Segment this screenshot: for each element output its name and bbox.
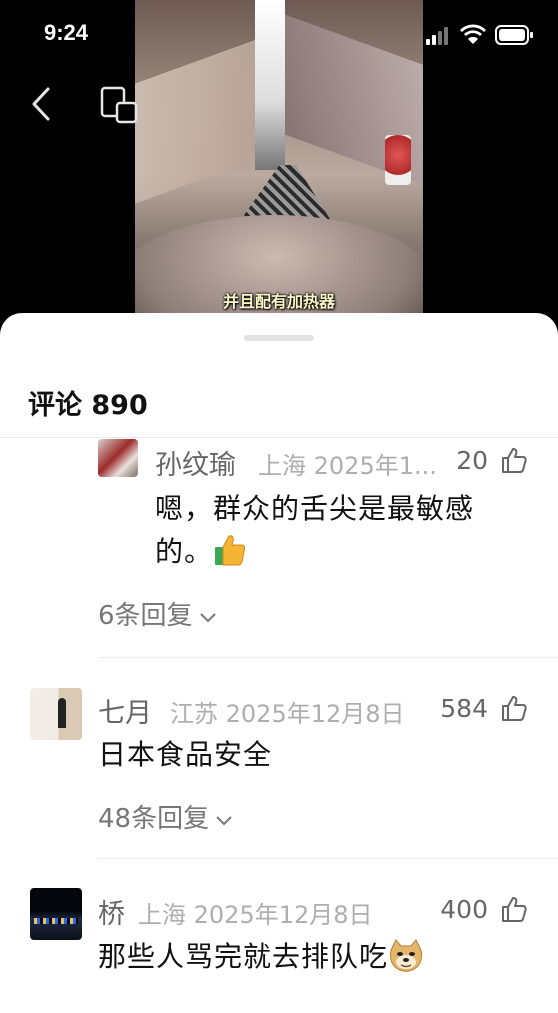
- comment-text-line: 嗯，群众的舌尖是最敏感: [155, 492, 475, 525]
- avatar-city-lights: [34, 918, 78, 924]
- comment-username[interactable]: 桥: [98, 892, 125, 931]
- divider: [98, 858, 558, 859]
- replies-label: 48条回复: [98, 804, 210, 834]
- avatar[interactable]: [30, 888, 82, 940]
- comment-sheet: 评论 890 孙纹瑜 上海 2025年1... 20 嗯，群众的舌尖是最敏感 的。…: [0, 313, 558, 1013]
- like-count: 400: [440, 895, 488, 924]
- comment-date: 2025年1...: [313, 452, 437, 480]
- avatar[interactable]: [98, 439, 138, 477]
- chevron-down-icon: [216, 816, 232, 826]
- battery-icon: [495, 25, 533, 45]
- view-replies-button[interactable]: 6条回复: [98, 595, 217, 632]
- status-icons: [426, 24, 533, 45]
- comment-username[interactable]: 七月: [98, 691, 152, 730]
- thumbs-up-outline-icon[interactable]: [500, 895, 528, 923]
- comment-date: 2025年12月8日: [193, 901, 373, 929]
- chevron-down-icon: [199, 613, 216, 623]
- like-count: 20: [456, 446, 488, 475]
- like-count: 584: [440, 694, 488, 723]
- divider: [98, 657, 558, 658]
- comment-location: 江苏: [170, 700, 218, 728]
- thumbs-up-emoji: [215, 535, 246, 566]
- wifi-icon: [460, 24, 486, 44]
- chevron-left-icon[interactable]: [28, 86, 54, 122]
- comment-date: 2025年12月8日: [225, 700, 405, 728]
- video-caption: 并且配有加热器: [222, 292, 335, 311]
- comment-text-line: 的。: [155, 535, 214, 568]
- comment-text: 嗯，群众的舌尖是最敏感 的。: [155, 487, 474, 573]
- comment-text: 日本食品安全: [98, 738, 273, 771]
- divider: [0, 437, 558, 438]
- video-frame-left: [135, 36, 265, 204]
- status-time: 9:24: [44, 20, 89, 45]
- cellular-signal-icon: [426, 27, 448, 45]
- thumbs-up-outline-icon[interactable]: [500, 694, 528, 722]
- avatar[interactable]: [30, 688, 82, 740]
- video-player[interactable]: 并且配有加热器: [135, 0, 423, 318]
- comment-location: 上海: [138, 901, 186, 929]
- video-frame-red-object: [385, 135, 411, 185]
- comment-meta: 江苏 2025年12月8日: [170, 694, 405, 729]
- view-replies-button[interactable]: 48条回复: [98, 798, 233, 835]
- comment-text-line: 那些人骂完就去排队吃: [98, 940, 389, 973]
- comment-meta: 上海 2025年12月8日: [138, 895, 373, 930]
- thumbs-up-outline-icon[interactable]: [500, 446, 528, 474]
- picture-in-picture-icon[interactable]: [100, 86, 138, 124]
- comment-username[interactable]: 孙纹瑜: [155, 443, 236, 482]
- replies-label: 6条回复: [98, 601, 193, 631]
- comment-meta: 上海 2025年1...: [258, 446, 437, 481]
- comments-title: 评论 890: [28, 390, 148, 421]
- comment-location: 上海: [258, 452, 306, 480]
- avatar-figure: [58, 698, 66, 728]
- video-frame-ceiling: [255, 0, 285, 170]
- doge-emoji: [389, 939, 423, 972]
- comment-text: 那些人骂完就去排队吃: [98, 935, 424, 978]
- sheet-drag-handle[interactable]: [244, 335, 314, 341]
